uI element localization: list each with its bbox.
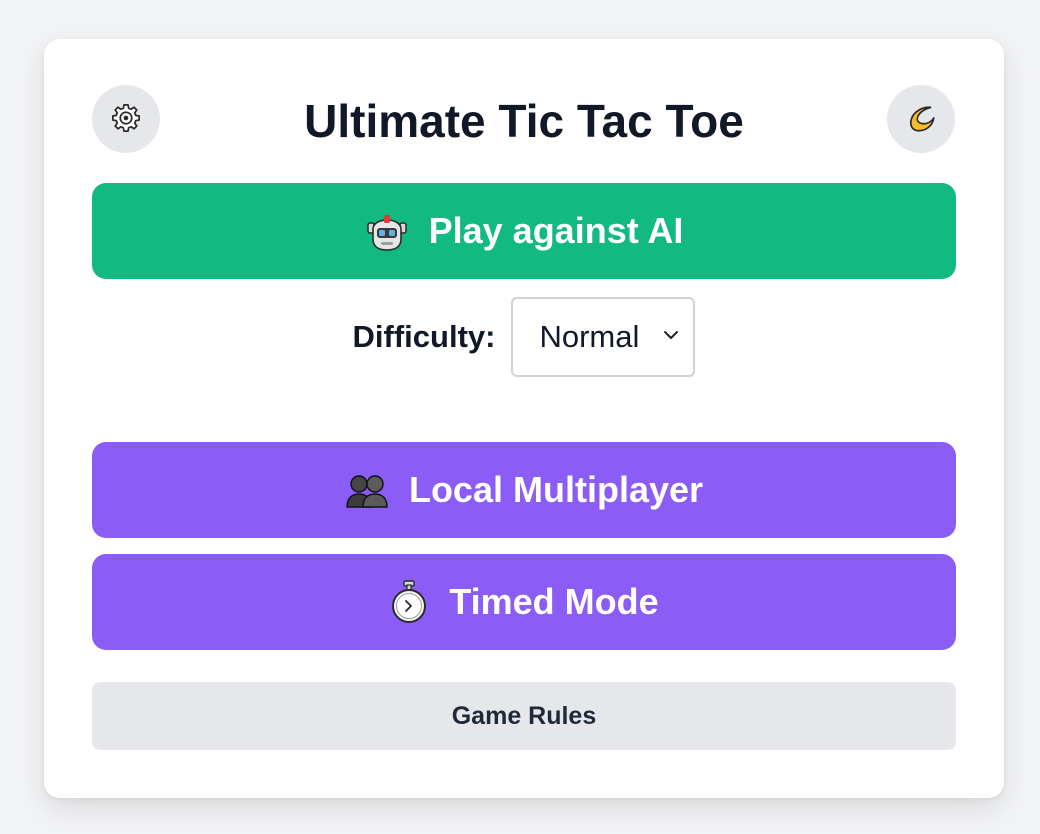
difficulty-row: Difficulty: Normal <box>44 295 1004 379</box>
crescent-moon-icon <box>904 101 938 138</box>
timed-mode-button[interactable]: Timed Mode <box>92 554 956 650</box>
game-rules-label: Game Rules <box>451 701 597 730</box>
play-against-ai-label: Play against AI <box>428 210 684 251</box>
robot-icon <box>365 209 409 253</box>
game-rules-button[interactable]: Game Rules <box>92 682 956 750</box>
main-menu-card: Ultimate Tic Tac Toe Play against AI Dif… <box>44 39 1004 798</box>
chevron-down-icon <box>661 325 681 350</box>
theme-toggle-button[interactable] <box>887 85 955 153</box>
difficulty-label: Difficulty: <box>352 319 496 354</box>
stopwatch-icon <box>389 580 429 624</box>
play-against-ai-button[interactable]: Play against AI <box>92 183 956 279</box>
two-people-icon <box>345 470 389 510</box>
timed-mode-label: Timed Mode <box>449 581 659 622</box>
local-multiplayer-label: Local Multiplayer <box>408 469 704 510</box>
page-title: Ultimate Tic Tac Toe <box>304 95 744 147</box>
local-multiplayer-button[interactable]: Local Multiplayer <box>92 442 956 538</box>
difficulty-selected-value: Normal <box>539 319 640 354</box>
difficulty-select[interactable]: Normal <box>511 297 696 377</box>
